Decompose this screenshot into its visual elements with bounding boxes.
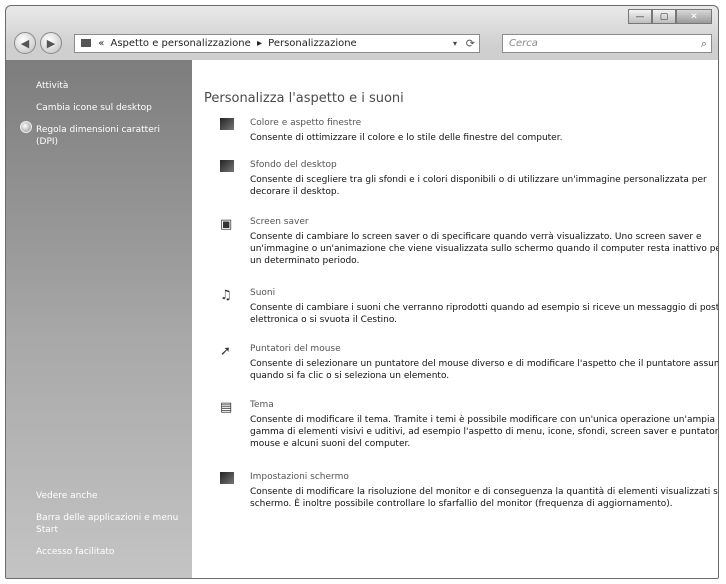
search-placeholder: Cerca [509, 38, 538, 49]
main-content: Personalizza l'aspetto e i suoni Colore … [192, 60, 718, 578]
breadcrumb-overflow[interactable]: « [98, 38, 104, 49]
ease-of-access-link[interactable]: Accesso facilitato [36, 546, 114, 558]
back-button[interactable]: ◀ [14, 32, 36, 54]
display-settings-link[interactable]: Impostazioni schermo [250, 472, 349, 482]
tasks-heading: Attività [36, 81, 69, 91]
forward-button[interactable]: ▶ [40, 32, 62, 54]
refresh-icon[interactable]: ⟳ [466, 35, 475, 52]
screen-saver-link[interactable]: Screen saver [250, 217, 309, 227]
display-settings-icon [220, 472, 238, 488]
sounds-icon: ♫ [220, 288, 232, 303]
window-color-icon [220, 118, 238, 134]
adjust-font-size-link[interactable]: Regola dimensioni caratteri (DPI) [36, 124, 176, 148]
address-dropdown-icon[interactable]: ▾ [453, 35, 457, 52]
address-bar[interactable]: « Aspetto e personalizzazione ▸ Personal… [74, 34, 480, 53]
search-icon[interactable]: ⌕ [701, 35, 707, 52]
taskbar-start-menu-link[interactable]: Barra delle applicazioni e menu Start [36, 512, 186, 536]
window-color-link[interactable]: Colore e aspetto finestre [250, 118, 361, 128]
control-panel-window: — ▢ ✕ ◀ ▶ « Aspetto e personalizzazione … [5, 5, 719, 579]
breadcrumb-personalization[interactable]: Personalizzazione [268, 38, 357, 49]
item-description: Consente di modificare la risoluzione de… [250, 487, 719, 509]
page-title: Personalizza l'aspetto e i suoni [204, 91, 404, 106]
breadcrumb-separator-icon[interactable]: ▸ [257, 38, 262, 49]
window-controls: — ▢ ✕ [628, 9, 712, 24]
item-description: Consente di ottimizzare il colore e lo s… [250, 133, 563, 143]
item-description: Consente di modificare il tema. Tramite … [250, 415, 719, 449]
theme-link[interactable]: Tema [250, 400, 274, 410]
desktop-background-link[interactable]: Sfondo del desktop [250, 160, 337, 170]
theme-icon: ▤ [220, 400, 233, 415]
close-button[interactable]: ✕ [676, 9, 712, 24]
screen-saver-icon: ▣ [220, 217, 233, 232]
control-panel-icon [81, 39, 91, 47]
title-bar: — ▢ ✕ [6, 6, 718, 28]
item-description: Consente di selezionare un puntatore del… [250, 359, 719, 381]
item-description: Consente di scegliere tra gli sfondi e i… [250, 175, 707, 197]
search-box[interactable]: Cerca ⌕ [502, 34, 712, 53]
mouse-pointers-link[interactable]: Puntatori del mouse [250, 344, 341, 354]
item-description: Consente di cambiare lo screen saver o d… [250, 232, 719, 266]
task-pane: Attività Cambia icone sul desktop Regola… [6, 60, 192, 578]
mouse-pointer-icon: ➚ [220, 344, 231, 359]
see-also-heading: Vedere anche [36, 491, 98, 501]
change-desktop-icons-link[interactable]: Cambia icone sul desktop [36, 102, 152, 114]
maximize-button[interactable]: ▢ [652, 9, 676, 24]
item-description: Consente di cambiare i suoni che verrann… [250, 303, 719, 325]
minimize-button[interactable]: — [628, 9, 652, 24]
shield-icon [20, 121, 32, 133]
breadcrumb-appearance[interactable]: Aspetto e personalizzazione [111, 38, 251, 49]
desktop-background-icon [220, 160, 238, 176]
navigation-toolbar: ◀ ▶ « Aspetto e personalizzazione ▸ Pers… [6, 30, 718, 58]
sounds-link[interactable]: Suoni [250, 288, 275, 298]
